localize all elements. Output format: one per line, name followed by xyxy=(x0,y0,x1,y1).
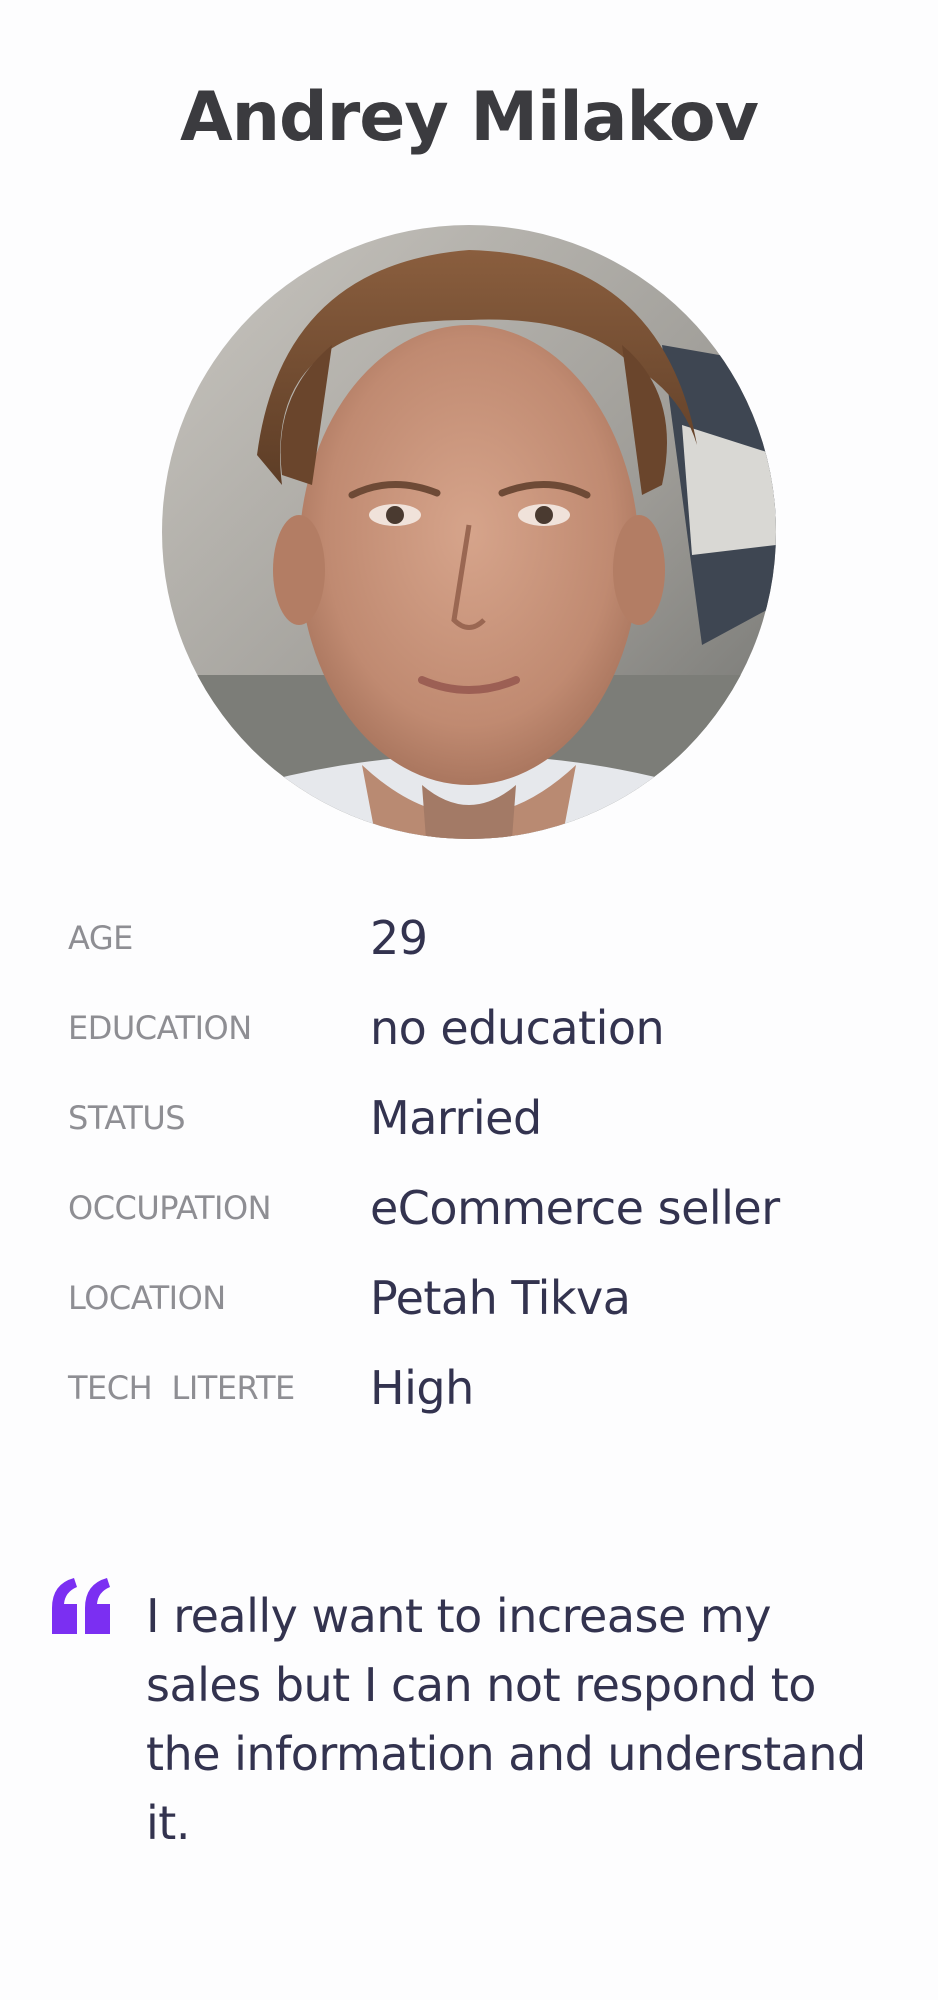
detail-row-tech-literacy: TECH LITERTE High xyxy=(68,1343,888,1433)
detail-label: STATUS xyxy=(68,1099,186,1137)
detail-value: eCommerce seller xyxy=(370,1181,780,1235)
quote-text: I really want to increase my sales but I… xyxy=(146,1589,866,1850)
detail-value: no education xyxy=(370,1001,665,1055)
quote-icon xyxy=(52,1578,110,1634)
persona-card: Andrey Milakov AGE 29 EDUCATION no educa… xyxy=(0,0,938,2000)
detail-row-age: AGE 29 xyxy=(68,893,888,983)
detail-value: High xyxy=(370,1361,474,1415)
detail-label: EDUCATION xyxy=(68,1009,252,1047)
detail-value: Married xyxy=(370,1091,542,1145)
persona-details: AGE 29 EDUCATION no education STATUS Mar… xyxy=(68,893,888,1433)
persona-name: Andrey Milakov xyxy=(180,78,759,157)
detail-label: AGE xyxy=(68,919,133,957)
detail-label: LOCATION xyxy=(68,1279,226,1317)
detail-row-location: LOCATION Petah Tikva xyxy=(68,1253,888,1343)
detail-label: OCCUPATION xyxy=(68,1189,272,1227)
avatar xyxy=(162,225,776,839)
detail-row-occupation: OCCUPATION eCommerce seller xyxy=(68,1163,888,1253)
detail-row-education: EDUCATION no education xyxy=(68,983,888,1073)
detail-value: Petah Tikva xyxy=(370,1271,631,1325)
detail-label: TECH LITERTE xyxy=(68,1369,295,1407)
detail-value: 29 xyxy=(370,911,428,965)
detail-row-status: STATUS Married xyxy=(68,1073,888,1163)
